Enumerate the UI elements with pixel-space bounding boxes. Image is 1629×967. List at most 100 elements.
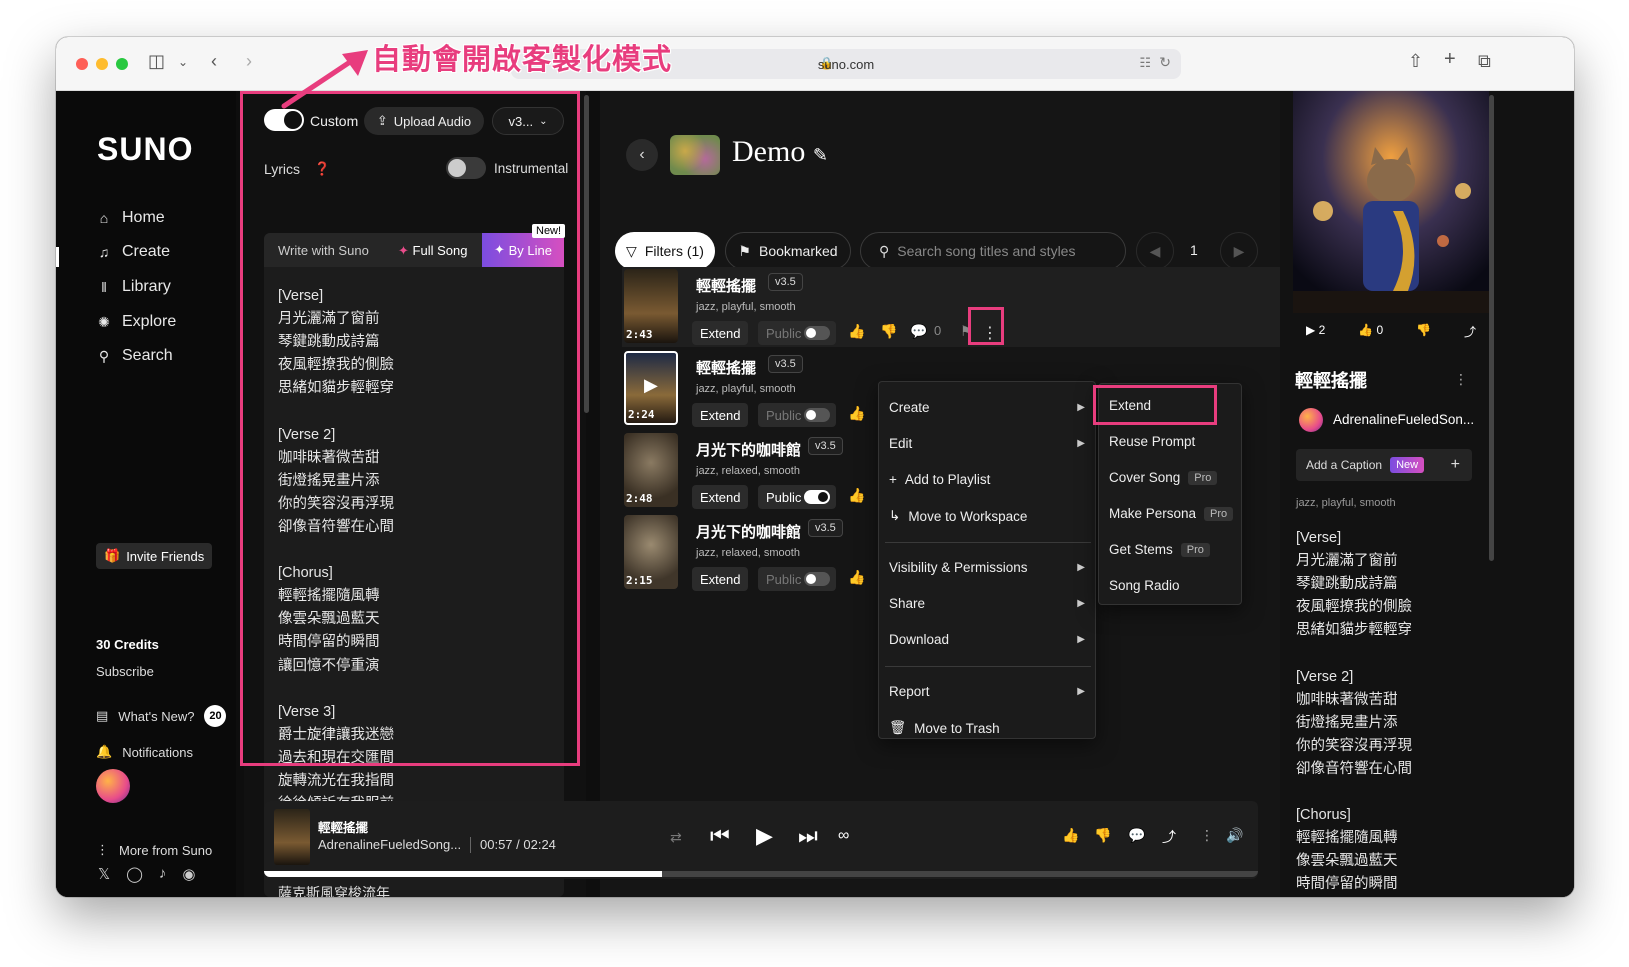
song-cover[interactable]: 2:43: [624, 269, 678, 343]
more-from-suno-button[interactable]: ⋮ More from Suno: [96, 842, 212, 858]
menu-label: Make Persona: [1109, 506, 1197, 521]
player-title[interactable]: 輕輕搖擺: [318, 817, 368, 836]
nav-create[interactable]: ♫ Create: [96, 243, 170, 261]
notifications-button[interactable]: 🔔 Notifications: [96, 744, 193, 760]
menu-item-edit[interactable]: Edit ▶: [889, 436, 1085, 451]
comment-icon[interactable]: 💬: [1128, 827, 1145, 844]
public-toggle[interactable]: Public: [758, 567, 836, 591]
chevron-down-icon[interactable]: ⌄: [178, 55, 188, 69]
song-title[interactable]: 輕輕搖擺: [696, 357, 756, 378]
nav-home[interactable]: ⌂ Home: [96, 209, 165, 227]
public-label: Public: [766, 325, 802, 341]
submenu-item-cover-song[interactable]: Cover Song Pro: [1109, 470, 1218, 485]
menu-item-move-to-workspace[interactable]: ↳ Move to Workspace: [889, 508, 1085, 524]
next-page-button[interactable]: ▶: [1220, 232, 1258, 270]
back-icon[interactable]: ‹: [211, 51, 217, 72]
nav-library[interactable]: ‖ Library: [96, 278, 171, 296]
thumbs-up-icon[interactable]: 👍: [848, 323, 865, 340]
song-cover[interactable]: 2:15: [624, 515, 678, 589]
extend-button[interactable]: Extend: [692, 485, 749, 509]
playback-progress[interactable]: [264, 871, 1258, 877]
sidebar-toggle-icon[interactable]: ◫: [148, 51, 165, 72]
discord-icon[interactable]: ◉: [182, 865, 195, 883]
new-tab-icon[interactable]: +: [1444, 48, 1456, 71]
instagram-icon[interactable]: ◯: [126, 865, 143, 883]
subscribe-link[interactable]: Subscribe: [96, 664, 154, 679]
forward-icon[interactable]: ›: [246, 51, 252, 72]
menu-item-add-to-playlist[interactable]: + Add to Playlist: [889, 472, 1085, 487]
play-count[interactable]: ▶ 2: [1306, 323, 1325, 340]
menu-item-visibility[interactable]: Visibility & Permissions ▶: [889, 560, 1085, 575]
reload-icon[interactable]: ↻: [1159, 54, 1171, 71]
back-button[interactable]: ‹: [626, 139, 658, 171]
player-cover[interactable]: [274, 809, 310, 865]
invite-friends-button[interactable]: 🎁 Invite Friends: [96, 543, 213, 569]
close-window-button[interactable]: [76, 58, 88, 70]
create-panel-scrollbar[interactable]: [584, 95, 589, 413]
thumbs-down-icon[interactable]: 👎: [1094, 827, 1111, 844]
share-icon[interactable]: ⤴: [1162, 827, 1176, 847]
menu-item-download[interactable]: Download ▶: [889, 632, 1085, 647]
shuffle-icon[interactable]: ⇄: [670, 829, 682, 846]
repeat-icon[interactable]: ∞: [838, 827, 849, 845]
extend-button[interactable]: Extend: [692, 403, 749, 427]
submenu-item-song-radio[interactable]: Song Radio: [1109, 578, 1180, 593]
public-toggle[interactable]: Public: [758, 321, 836, 345]
song-search-input[interactable]: ⚲ Search song titles and styles: [860, 232, 1126, 270]
song-title[interactable]: 輕輕搖擺: [696, 275, 756, 296]
nav-search[interactable]: ⚲ Search: [96, 347, 173, 365]
public-toggle[interactable]: Public: [758, 403, 836, 427]
tabs-overview-icon[interactable]: ⧉: [1478, 51, 1491, 72]
thumbs-up-icon[interactable]: 👍: [848, 487, 865, 504]
maximize-window-button[interactable]: [116, 58, 128, 70]
player-artist[interactable]: AdrenalineFueledSong...: [318, 837, 461, 852]
kebab-icon[interactable]: ⋮: [1454, 371, 1468, 388]
song-cover[interactable]: 2:48: [624, 433, 678, 507]
play-icon[interactable]: ▶: [756, 823, 773, 849]
whats-new-button[interactable]: ▤ What's New? 20: [96, 705, 227, 727]
artist-avatar[interactable]: [1299, 408, 1323, 432]
add-caption-button[interactable]: Add a Caption New +: [1296, 449, 1472, 481]
minimize-window-button[interactable]: [96, 58, 108, 70]
previous-track-icon[interactable]: ⏮: [710, 823, 730, 849]
comment-icon[interactable]: 💬: [910, 323, 927, 340]
thumbs-up-icon[interactable]: 👍: [848, 569, 865, 586]
public-toggle[interactable]: Public: [758, 485, 836, 509]
song-title[interactable]: 月光下的咖啡館: [696, 439, 801, 460]
extend-button[interactable]: Extend: [692, 321, 749, 345]
menu-item-report[interactable]: Report ▶: [889, 684, 1085, 699]
like-count[interactable]: 👍 0: [1358, 323, 1383, 340]
submenu-item-reuse-prompt[interactable]: Reuse Prompt: [1109, 434, 1195, 449]
menu-item-move-to-trash[interactable]: 🗑 Move to Trash: [889, 720, 1085, 736]
menu-divider: [885, 542, 1091, 543]
thumbs-up-icon[interactable]: 👍: [1062, 827, 1079, 844]
extend-button[interactable]: Extend: [692, 567, 749, 591]
prev-page-button[interactable]: ◀: [1136, 232, 1174, 270]
tiktok-icon[interactable]: ♪: [159, 865, 167, 883]
song-cover[interactable]: ▶ 2:24: [624, 351, 678, 425]
share-icon[interactable]: ⤴: [1464, 323, 1476, 340]
filters-button[interactable]: ▽ Filters (1): [615, 232, 715, 270]
next-track-icon[interactable]: ⏭: [798, 823, 818, 849]
bookmarked-button[interactable]: ⚑ Bookmarked: [725, 232, 851, 270]
menu-item-create[interactable]: Create ▶: [889, 400, 1085, 415]
thumbs-down-icon[interactable]: 👎: [1416, 323, 1431, 340]
thumbs-up-icon[interactable]: 👍: [848, 405, 865, 422]
song-title[interactable]: 月光下的咖啡館: [696, 521, 801, 542]
menu-item-share[interactable]: Share ▶: [889, 596, 1085, 611]
kebab-icon[interactable]: ⋮: [1200, 827, 1214, 844]
nav-explore[interactable]: ✺ Explore: [96, 313, 176, 331]
submenu-item-make-persona[interactable]: Make Persona Pro: [1109, 506, 1234, 521]
suno-logo[interactable]: SUNO: [97, 131, 193, 168]
user-avatar[interactable]: [96, 769, 130, 803]
share-icon[interactable]: ⇧: [1408, 51, 1423, 72]
translate-icon[interactable]: ☷: [1139, 55, 1151, 71]
submenu-item-get-stems[interactable]: Get Stems Pro: [1109, 542, 1210, 557]
thumbs-down-icon[interactable]: 👎: [880, 323, 897, 340]
song-row[interactable]: 2:43 輕輕搖擺 v3.5 jazz, playful, smooth Ext…: [624, 269, 944, 347]
x-icon[interactable]: 𝕏: [98, 865, 110, 883]
artist-name[interactable]: AdrenalineFueledSon...: [1333, 412, 1474, 427]
volume-icon[interactable]: 🔊: [1226, 827, 1243, 844]
detail-panel-scrollbar[interactable]: [1489, 95, 1494, 561]
pencil-icon[interactable]: ✎: [813, 145, 828, 165]
